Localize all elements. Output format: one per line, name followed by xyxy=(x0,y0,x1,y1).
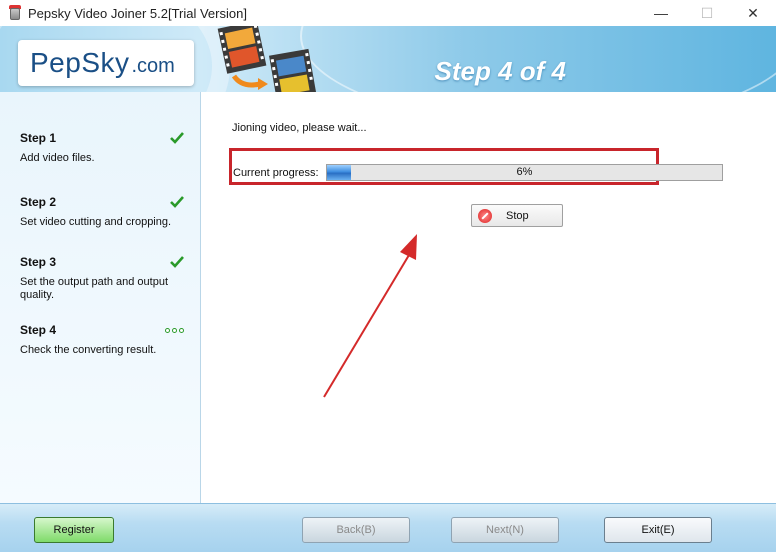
close-button[interactable]: ✕ xyxy=(730,0,776,26)
check-icon xyxy=(170,132,184,144)
step-label: Step 2 xyxy=(20,195,57,209)
exit-button[interactable]: Exit(E) xyxy=(604,517,712,543)
window-title: Pepsky Video Joiner 5.2[Trial Version] xyxy=(28,5,247,21)
back-button[interactable]: Back(B) xyxy=(302,517,410,543)
status-message: Jioning video, please wait... xyxy=(232,122,367,134)
step-label: Step 4 xyxy=(20,323,57,337)
next-button[interactable]: Next(N) xyxy=(451,517,559,543)
sidebar-step-3: Step 3 Set the output path and output qu… xyxy=(20,254,185,302)
step-description: Set video cutting and cropping. xyxy=(20,216,172,228)
header-banner: PepSky .com Step 4 of 4 xyxy=(0,26,776,92)
step-label: Step 3 xyxy=(20,255,57,269)
sidebar-step-2: Step 2 Set video cutting and cropping. xyxy=(20,194,185,229)
window-controls: — ☐ ✕ xyxy=(638,0,776,26)
logo-brand: PepSky xyxy=(30,47,130,78)
in-progress-dots-icon xyxy=(165,327,184,333)
minimize-button[interactable]: — xyxy=(638,0,684,26)
logo-suffix: .com xyxy=(131,54,175,77)
progress-bar: 6% xyxy=(326,164,723,181)
sidebar-step-1: Step 1 Add video files. xyxy=(20,130,185,165)
film-strip-icon xyxy=(217,26,317,92)
register-button[interactable]: Register xyxy=(34,517,114,543)
stop-icon xyxy=(478,208,492,223)
check-icon xyxy=(170,256,184,268)
main-panel: Jioning video, please wait... Current pr… xyxy=(202,92,776,503)
step-description: Check the converting result. xyxy=(20,344,157,356)
progress-label: Current progress: xyxy=(233,167,319,179)
steps-sidebar: Step 1 Add video files. Step 2 Set video… xyxy=(0,92,201,503)
maximize-button[interactable]: ☐ xyxy=(684,0,730,26)
stop-button[interactable]: Stop xyxy=(471,204,563,227)
footer-bar: Register Back(B) Next(N) Exit(E) xyxy=(0,503,776,552)
stop-label: Stop xyxy=(506,209,529,222)
step-label: Step 1 xyxy=(20,131,57,145)
sidebar-step-4: Step 4 Check the converting result. xyxy=(20,322,185,357)
title-bar: Pepsky Video Joiner 5.2[Trial Version] —… xyxy=(0,0,776,26)
check-icon xyxy=(170,196,184,208)
step-description: Set the output path and output quality. xyxy=(20,276,169,301)
app-icon xyxy=(8,5,22,21)
step-title: Step 4 of 4 xyxy=(434,56,566,86)
annotation-arrow-icon xyxy=(323,234,417,398)
pepsky-logo: PepSky .com xyxy=(18,40,194,86)
step-description: Add video files. xyxy=(20,152,95,164)
progress-percent: 6% xyxy=(516,166,533,178)
